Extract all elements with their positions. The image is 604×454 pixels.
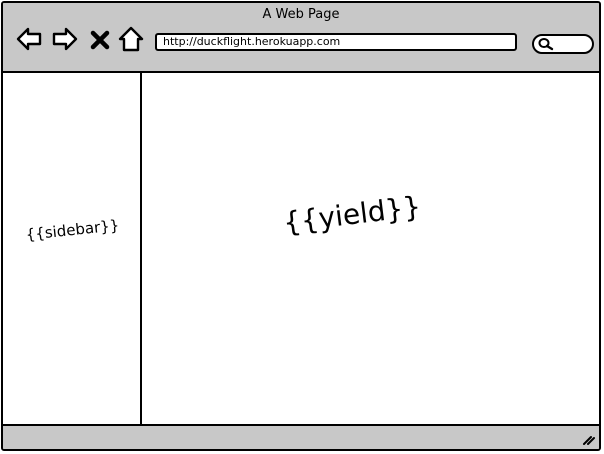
browser-toolbar: A Web Page http://duckflight.herokuapp.c… [3,3,599,73]
sidebar-placeholder: {{sidebar}} [24,216,121,244]
search-field[interactable] [532,34,594,54]
status-bar [3,424,599,449]
stop-button[interactable] [89,25,111,53]
window-title: A Web Page [262,7,340,22]
back-button[interactable] [15,25,43,53]
yield-placeholder: {{yield}} [281,189,423,240]
main-pane: {{yield}} [142,73,599,424]
sidebar: {{sidebar}} [3,73,142,424]
forward-button[interactable] [51,25,79,53]
content-area: {{sidebar}} {{yield}} [3,73,599,424]
resize-grip-icon[interactable] [581,432,595,446]
search-icon [538,38,554,51]
home-icon [118,26,144,52]
close-icon [90,30,110,50]
address-bar[interactable]: http://duckflight.herokuapp.com [155,33,517,51]
arrow-right-icon [52,27,78,51]
arrow-left-icon [16,27,42,51]
browser-window: A Web Page http://duckflight.herokuapp.c… [1,1,601,451]
home-button[interactable] [117,25,145,53]
